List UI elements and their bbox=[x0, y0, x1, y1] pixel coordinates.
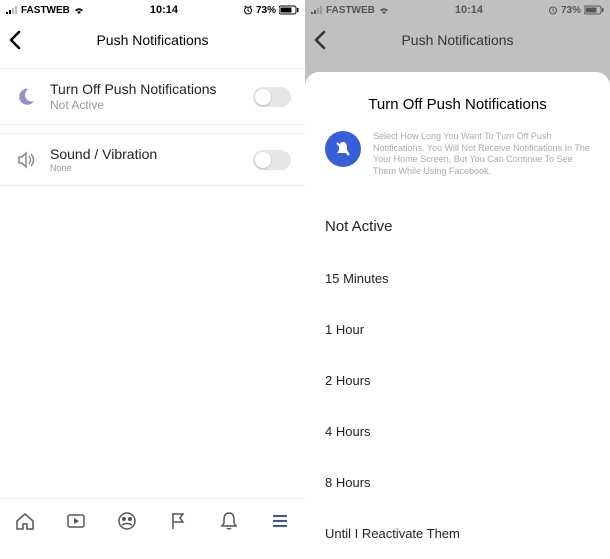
tab-bar bbox=[0, 498, 305, 542]
settings-list: Turn Off Push Notifications Not Active S… bbox=[0, 60, 305, 186]
carrier-label: FASTWEB bbox=[326, 5, 375, 16]
toggle-turn-off-push[interactable] bbox=[253, 87, 291, 107]
status-bar: FASTWEB 10:14 73% bbox=[305, 0, 610, 20]
moon-icon bbox=[14, 85, 38, 109]
carrier-label: FASTWEB bbox=[21, 5, 70, 16]
row-subtitle: Not Active bbox=[50, 98, 253, 112]
sheet-title: Turn Off Push Notifications bbox=[325, 96, 590, 113]
back-button[interactable] bbox=[8, 30, 22, 50]
sheet-description: Select How Long You Want To Turn Off Pus… bbox=[373, 131, 590, 178]
battery-label: 73% bbox=[561, 5, 581, 16]
row-title: Turn Off Push Notifications bbox=[50, 81, 253, 97]
option-8-hours[interactable]: 8 Hours bbox=[325, 457, 590, 508]
bell-off-icon bbox=[325, 131, 361, 167]
speaker-icon bbox=[14, 148, 38, 172]
back-button[interactable] bbox=[313, 30, 327, 50]
wifi-icon bbox=[73, 6, 85, 15]
battery-icon bbox=[584, 5, 604, 15]
option-until-reactivate[interactable]: Until I Reactivate Them bbox=[325, 508, 590, 559]
page-header: Push Notifications bbox=[305, 20, 610, 60]
row-subtitle: None bbox=[50, 163, 253, 173]
signal-icon bbox=[6, 6, 18, 14]
option-15-minutes[interactable]: 15 Minutes bbox=[325, 253, 590, 304]
tab-menu[interactable] bbox=[269, 510, 291, 532]
option-4-hours[interactable]: 4 Hours bbox=[325, 406, 590, 457]
option-2-hours[interactable]: 2 Hours bbox=[325, 355, 590, 406]
battery-icon bbox=[279, 5, 299, 15]
tab-notifications[interactable] bbox=[218, 510, 240, 532]
clock: 10:14 bbox=[455, 4, 483, 16]
option-not-active[interactable]: Not Active bbox=[325, 200, 590, 253]
clock: 10:14 bbox=[150, 4, 178, 16]
alarm-icon bbox=[243, 5, 253, 15]
toggle-sound-vibration[interactable] bbox=[253, 150, 291, 170]
tab-watch[interactable] bbox=[65, 510, 87, 532]
signal-icon bbox=[311, 6, 323, 14]
tab-flag[interactable] bbox=[167, 510, 189, 532]
row-title: Sound / Vibration bbox=[50, 146, 253, 162]
row-turn-off-push[interactable]: Turn Off Push Notifications Not Active bbox=[0, 68, 305, 125]
page-header: Push Notifications bbox=[0, 20, 305, 60]
screen-settings: FASTWEB 10:14 73% Push Notifications bbox=[0, 0, 305, 542]
alarm-icon bbox=[548, 5, 558, 15]
page-title: Push Notifications bbox=[401, 32, 513, 48]
option-1-hour[interactable]: 1 Hour bbox=[325, 304, 590, 355]
tab-home[interactable] bbox=[14, 510, 36, 532]
page-title: Push Notifications bbox=[96, 32, 208, 48]
duration-sheet: Turn Off Push Notifications Select How L… bbox=[305, 72, 610, 542]
status-bar: FASTWEB 10:14 73% bbox=[0, 0, 305, 20]
row-sound-vibration[interactable]: Sound / Vibration None bbox=[0, 133, 305, 186]
tab-groups[interactable] bbox=[116, 510, 138, 532]
wifi-icon bbox=[378, 6, 390, 15]
screen-turn-off-sheet: FASTWEB 10:14 73% Push Notifications Tur… bbox=[305, 0, 610, 542]
battery-label: 73% bbox=[256, 5, 276, 16]
